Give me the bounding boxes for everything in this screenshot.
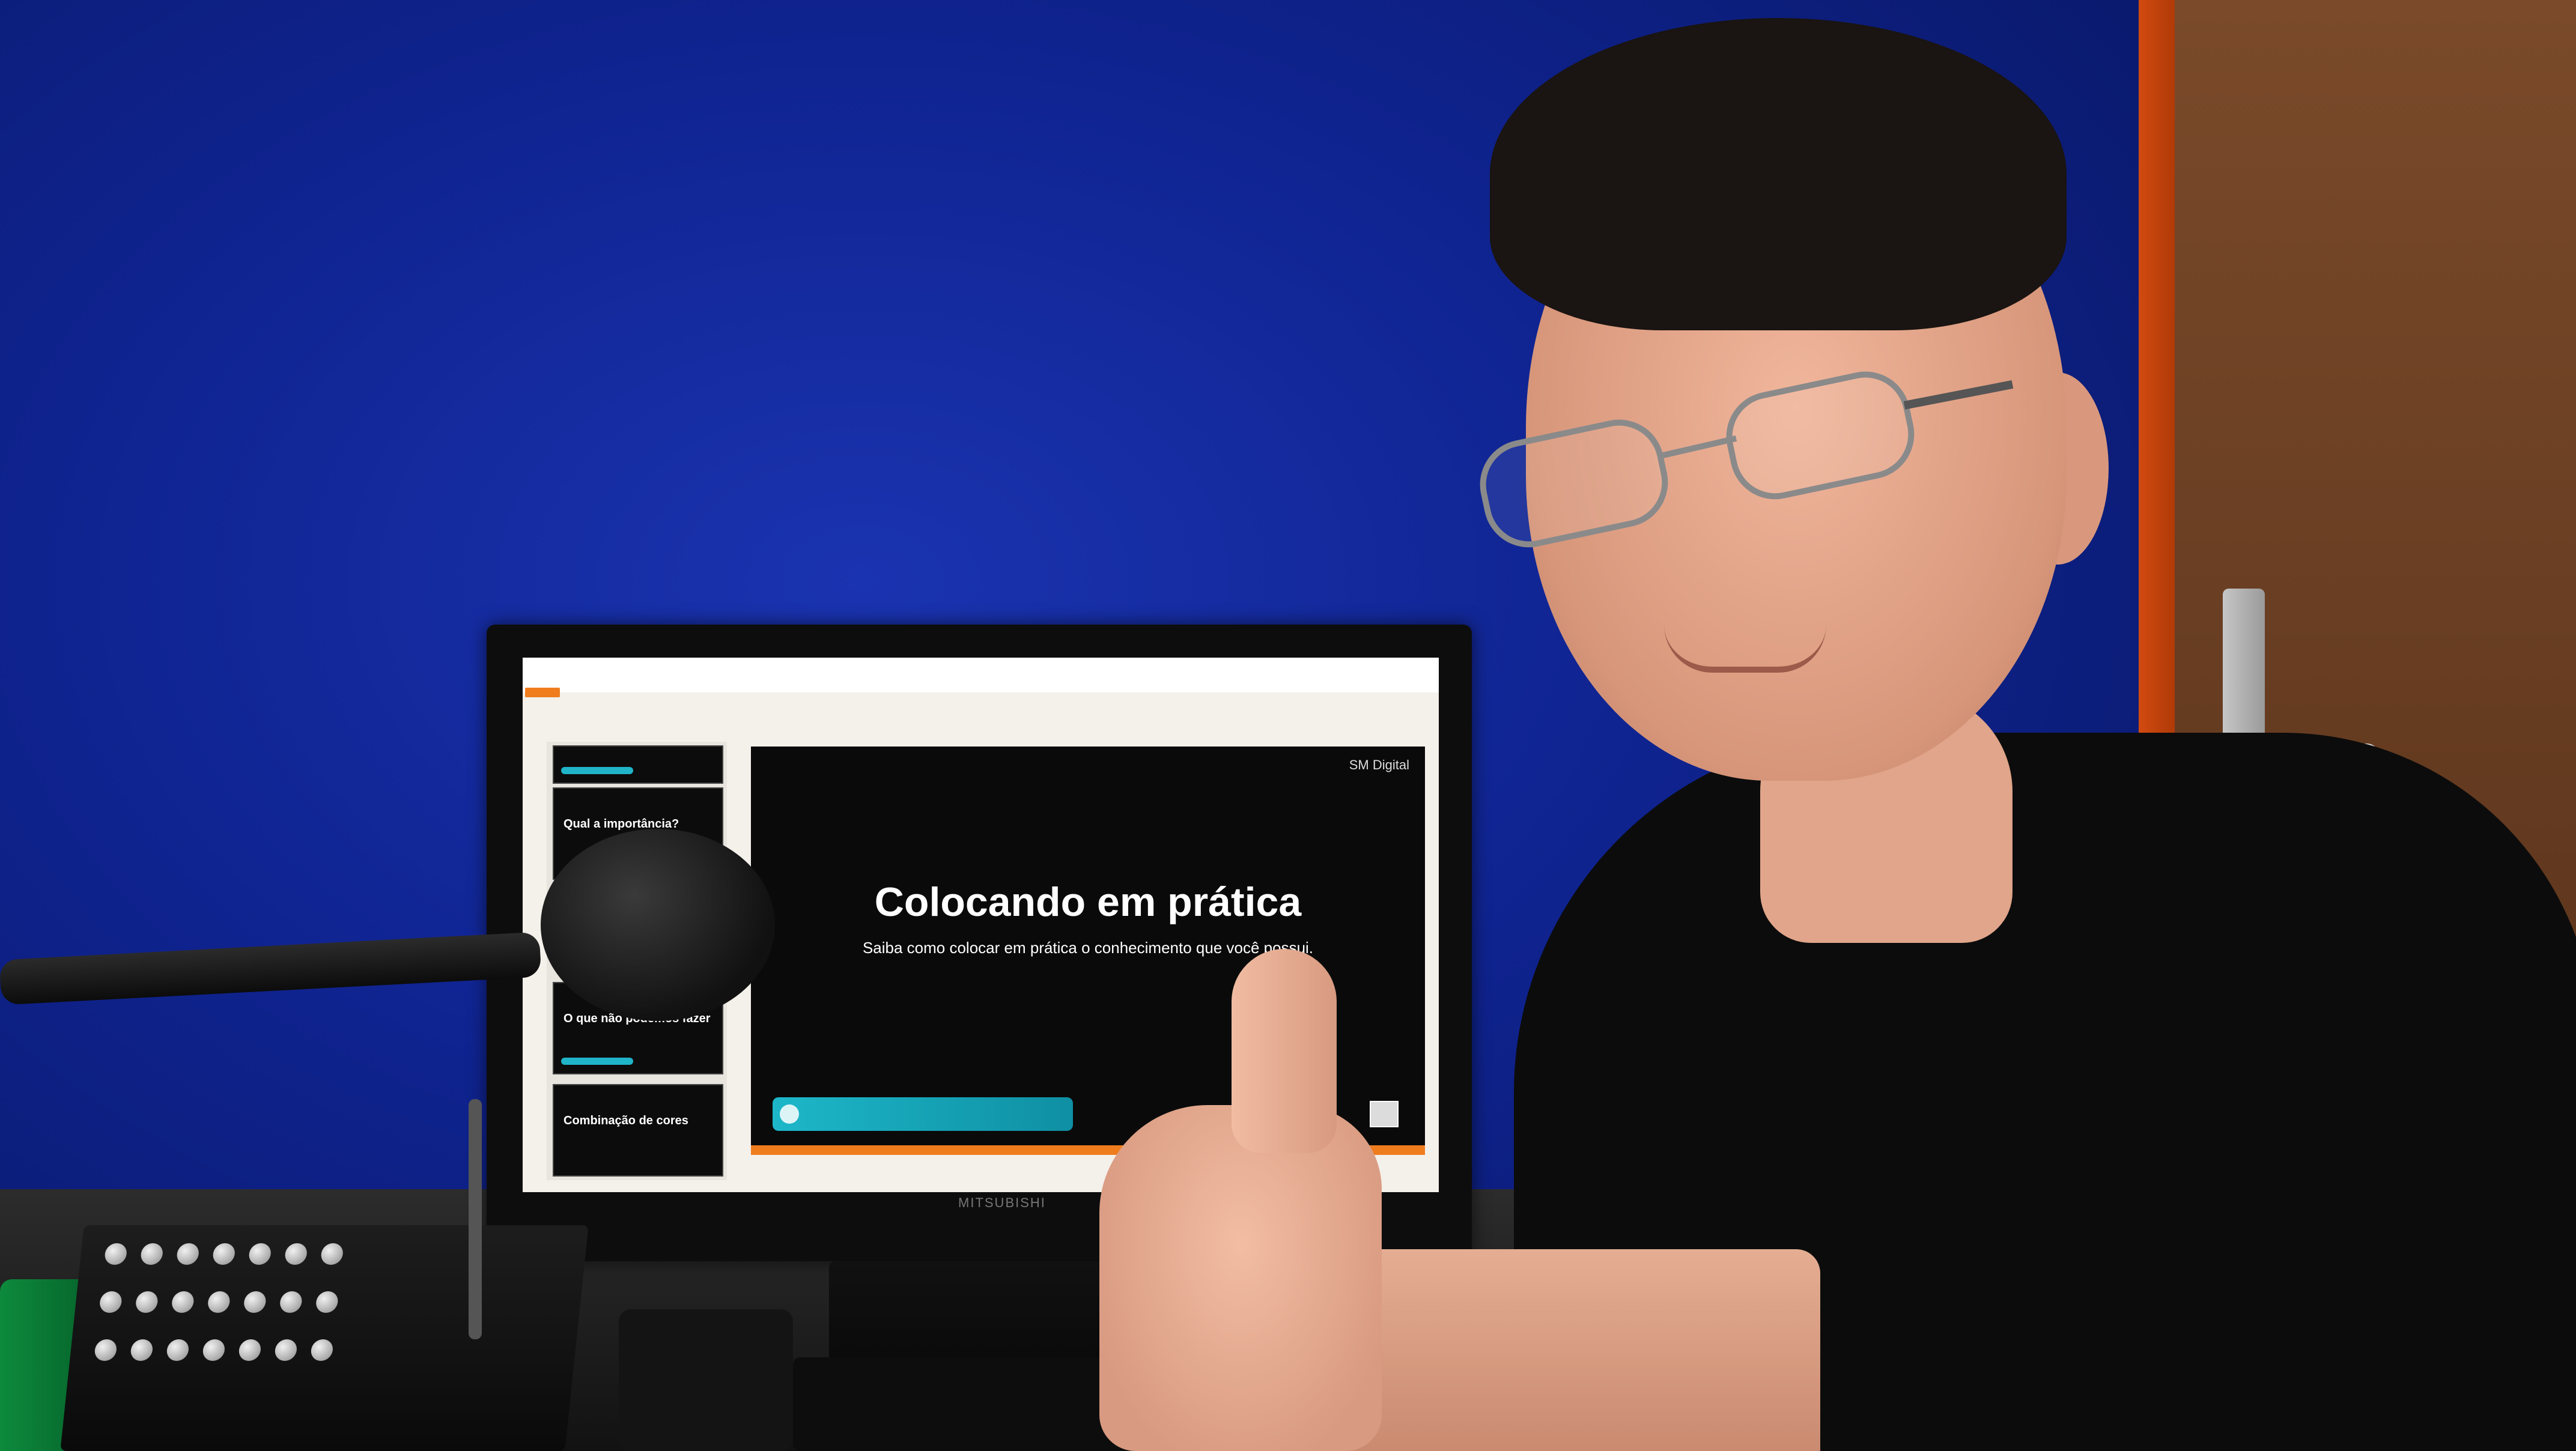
mixer-knob [274, 1339, 298, 1361]
photo-scene: MITSUBISHI Qual a importância? O que não… [0, 0, 2576, 1451]
mixer-knob [202, 1339, 226, 1361]
mixer-knob [139, 1243, 164, 1265]
slide-title: Colocando em prática [874, 879, 1302, 925]
mixer-knob [94, 1339, 118, 1361]
mixer-knob-row [94, 1339, 334, 1361]
thumbnail-title: Combinação de cores [564, 1114, 688, 1127]
mixer-knob [279, 1291, 303, 1313]
share-icon [780, 1104, 799, 1124]
mixer-knob [207, 1291, 231, 1313]
slide-thumbnail [553, 745, 723, 784]
screen-tab [525, 688, 560, 697]
mixer-knob-row [99, 1291, 339, 1313]
mixer-knob [99, 1291, 123, 1313]
mixer-knob [211, 1243, 236, 1265]
mixer-knob [315, 1291, 339, 1313]
slide-logo: SM Digital [1349, 757, 1409, 772]
thumbs-up-icon [1232, 949, 1337, 1153]
mixer-knob-row [103, 1243, 344, 1265]
microphone-icon [541, 829, 775, 1021]
desk-accessory [619, 1309, 793, 1451]
mixer-knob [135, 1291, 159, 1313]
monitor-brand: MITSUBISHI [958, 1195, 1046, 1210]
slide-cta-button [773, 1097, 1073, 1131]
mixer-knob [310, 1339, 334, 1361]
slide-subtitle: Saiba como colocar em prática o conhecim… [862, 939, 1314, 957]
glasses-icon [1480, 371, 2014, 548]
mixer-knob [103, 1243, 128, 1265]
thumbnail-pill [561, 767, 633, 774]
presenter-avatar [1370, 1101, 1399, 1127]
mixer-knob [248, 1243, 272, 1265]
mixer-knob [130, 1339, 154, 1361]
mixer-knob [171, 1291, 195, 1313]
person-hand [1099, 1105, 1382, 1451]
mixer-knob [284, 1243, 308, 1265]
screen-topbar [523, 658, 1439, 692]
thumbnail-title: Qual a importância? [564, 817, 679, 831]
mixer-knob [320, 1243, 344, 1265]
mixer-knob [175, 1243, 200, 1265]
person-hair [1490, 18, 2067, 330]
door-frame [2139, 0, 2175, 781]
thumbnail-pill [561, 1058, 633, 1065]
person-smile [1664, 625, 1826, 673]
mixer-knob [243, 1291, 267, 1313]
slide-thumbnail: Combinação de cores [553, 1084, 723, 1177]
mixer-knob [166, 1339, 190, 1361]
audio-mixer [60, 1225, 589, 1451]
mixer-knob [238, 1339, 262, 1361]
gooseneck-mic [469, 1099, 482, 1339]
